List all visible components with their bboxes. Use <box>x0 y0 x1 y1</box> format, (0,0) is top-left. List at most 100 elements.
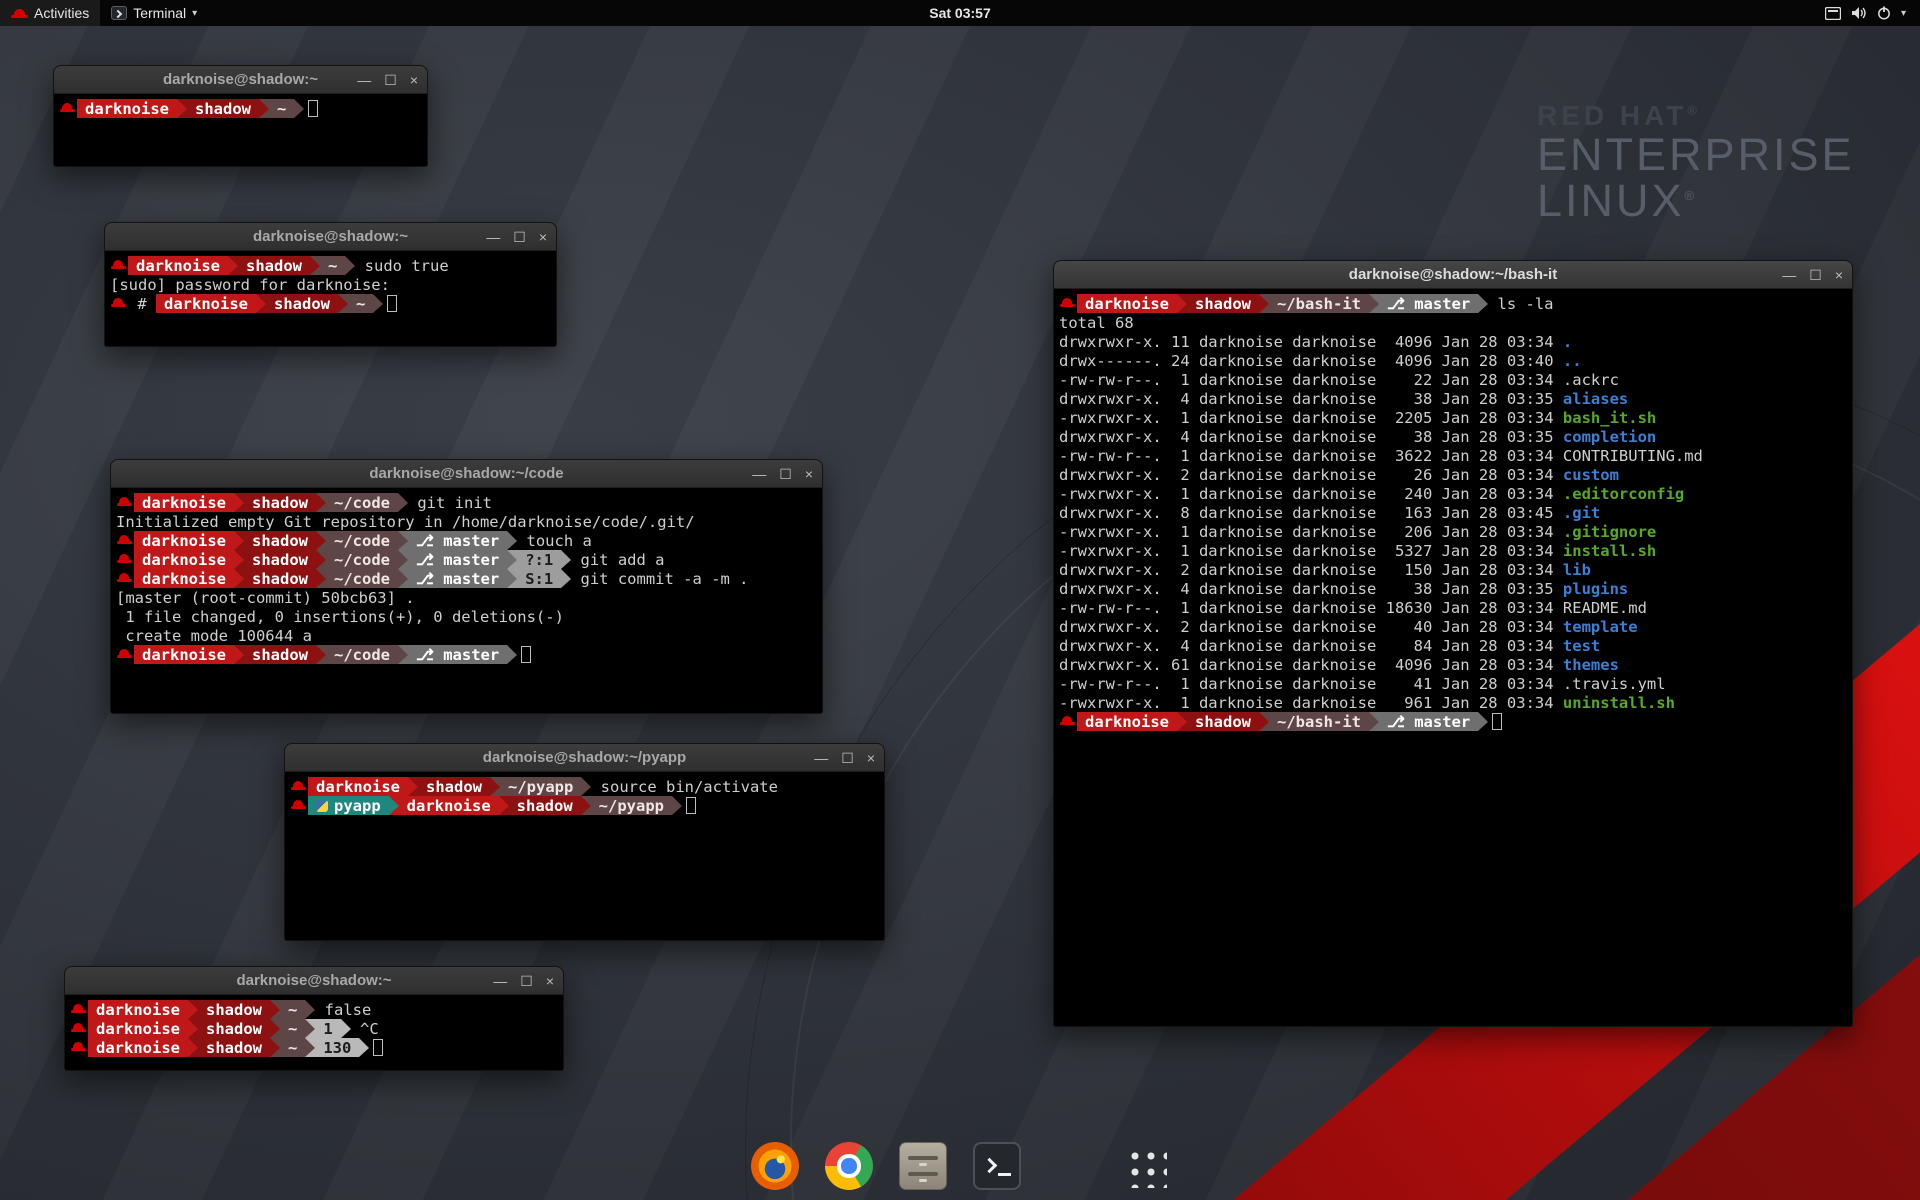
terminal-window-term-home-small[interactable]: darknoise@shadow:~—☐×darknoiseshadow~ <box>53 65 428 167</box>
chrome-icon <box>825 1142 873 1190</box>
dock-chrome[interactable] <box>823 1140 875 1192</box>
powerline-separator-icon <box>341 1019 351 1038</box>
terminal-line: -rwxrwxr-x. 1 darknoise darknoise 961 Ja… <box>1059 693 1852 712</box>
minimize-button[interactable]: — <box>752 467 766 481</box>
dock-software[interactable] <box>1045 1140 1097 1192</box>
terminal-line: darknoiseshadow~/code⎇ masterS:1 git com… <box>116 569 822 588</box>
terminal-cursor <box>521 646 531 663</box>
dock-terminal[interactable] <box>971 1140 1023 1192</box>
close-button[interactable]: × <box>539 230 547 244</box>
prompt-segment-git: ⎇ master <box>408 645 507 664</box>
powerline-separator-icon <box>316 645 326 664</box>
powerline-separator-icon <box>398 569 408 588</box>
window-title: darknoise@shadow:~ <box>253 228 408 245</box>
terminal-text: drwxrwxr-x. 4 darknoise darknoise 38 Jan… <box>1059 580 1563 598</box>
terminal-content[interactable]: darknoiseshadow~ sudo true[sudo] passwor… <box>105 252 556 346</box>
terminal-line: total 68 <box>1059 313 1852 332</box>
prompt-segment-user: darknoise <box>1077 294 1177 313</box>
close-button[interactable]: × <box>410 73 418 87</box>
prompt-segment-venv: pyapp <box>308 796 389 815</box>
terminal-text: drwxrwxr-x. 11 darknoise darknoise 4096 … <box>1059 333 1563 351</box>
prompt-segment-path: ~ <box>269 99 294 118</box>
close-button[interactable]: × <box>546 974 554 988</box>
terminal-line: [sudo] password for darknoise: <box>110 275 556 294</box>
terminal-line: darknoiseshadow~/code git init <box>116 493 822 512</box>
files-icon <box>899 1142 947 1190</box>
terminal-content[interactable]: darknoiseshadow~ <box>54 95 427 166</box>
terminal-line: drwx------. 24 darknoise darknoise 4096 … <box>1059 351 1852 370</box>
terminal-text: 1 file changed, 0 insertions(+), 0 delet… <box>116 608 564 626</box>
terminal-window-term-code[interactable]: darknoise@shadow:~/code—☐×darknoiseshado… <box>110 459 823 714</box>
terminal-text: false <box>315 1001 371 1019</box>
dock-firefox[interactable] <box>749 1140 801 1192</box>
close-button[interactable]: × <box>1835 268 1843 282</box>
terminal-content[interactable]: darknoiseshadow~/code git initInitialize… <box>111 489 822 713</box>
prompt-segment-user: darknoise <box>88 1019 188 1038</box>
titlebar[interactable]: darknoise@shadow:~/bash-it—☐× <box>1054 261 1852 289</box>
terminal-line: darknoiseshadow~/code⎇ master <box>116 645 822 664</box>
minimize-button[interactable]: — <box>814 751 828 765</box>
terminal-line: drwxrwxr-x. 11 darknoise darknoise 4096 … <box>1059 332 1852 351</box>
terminal-line: darknoiseshadow~130 <box>70 1038 563 1057</box>
terminal-line: create mode 100644 a <box>116 626 822 645</box>
redhat-prompt-icon <box>59 99 77 118</box>
titlebar[interactable]: darknoise@shadow:~/code—☐× <box>111 460 822 488</box>
terminal-window-term-pyapp[interactable]: darknoise@shadow:~/pyapp—☐×darknoiseshad… <box>284 743 885 941</box>
titlebar[interactable]: darknoise@shadow:~—☐× <box>54 66 427 94</box>
prompt-segment-path: ~/code <box>326 531 398 550</box>
activities-button[interactable]: Activities <box>0 0 100 26</box>
prompt-segment-host: shadow <box>266 294 338 313</box>
powerline-separator-icon <box>1259 712 1269 731</box>
maximize-button[interactable]: ☐ <box>384 73 397 87</box>
maximize-button[interactable]: ☐ <box>841 751 854 765</box>
terminal-text: -rwxrwxr-x. 1 darknoise darknoise 961 Ja… <box>1059 694 1563 712</box>
titlebar[interactable]: darknoise@shadow:~—☐× <box>65 967 563 995</box>
terminal-text: drwxrwxr-x. 4 darknoise darknoise 84 Jan… <box>1059 637 1563 655</box>
terminal-app-icon <box>111 6 127 20</box>
clock[interactable]: Sat 03:57 <box>929 5 990 21</box>
titlebar[interactable]: darknoise@shadow:~ — ☐ × <box>105 223 556 251</box>
dock-app-grid[interactable] <box>1119 1140 1171 1192</box>
redhat-prompt-icon <box>116 569 134 588</box>
app-menu-terminal[interactable]: Terminal ▾ <box>100 0 208 26</box>
file-name-directory: themes <box>1563 656 1619 674</box>
redhat-prompt-icon <box>70 1038 88 1057</box>
prompt-segment-user: darknoise <box>134 569 234 588</box>
powerline-separator-icon <box>672 796 682 815</box>
maximize-button[interactable]: ☐ <box>513 230 526 244</box>
minimize-button[interactable]: — <box>1782 268 1796 282</box>
terminal-content[interactable]: darknoiseshadow~ falsedarknoiseshadow~1 … <box>65 996 563 1070</box>
maximize-button[interactable]: ☐ <box>1809 268 1822 282</box>
prompt-segment-path: ~ <box>280 1019 305 1038</box>
terminal-text: drwxrwxr-x. 2 darknoise darknoise 150 Ja… <box>1059 561 1563 579</box>
terminal-text: -rw-rw-r--. 1 darknoise darknoise 18630 … <box>1059 599 1647 617</box>
maximize-button[interactable]: ☐ <box>520 974 533 988</box>
titlebar[interactable]: darknoise@shadow:~/pyapp—☐× <box>285 744 884 772</box>
file-name-executable: install.sh <box>1563 542 1656 560</box>
powerline-separator-icon <box>499 796 509 815</box>
system-status-area[interactable]: ▾ <box>1817 0 1914 26</box>
terminal-line: drwxrwxr-x. 4 darknoise darknoise 38 Jan… <box>1059 389 1852 408</box>
terminal-text: total 68 <box>1059 314 1134 332</box>
redhat-icon <box>11 6 28 20</box>
terminal-text: ls -la <box>1488 295 1553 313</box>
terminal-content[interactable]: darknoiseshadow~/bash-it⎇ master ls -lat… <box>1054 290 1852 1026</box>
terminal-window-term-bash-it[interactable]: darknoise@shadow:~/bash-it—☐×darknoisesh… <box>1053 260 1853 1027</box>
redhat-prompt-icon <box>70 1000 88 1019</box>
terminal-text: drwx------. 24 darknoise darknoise 4096 … <box>1059 352 1563 370</box>
minimize-button[interactable]: — <box>493 974 507 988</box>
powerline-separator-icon <box>234 645 244 664</box>
powerline-separator-icon <box>1478 294 1488 313</box>
maximize-button[interactable]: ☐ <box>779 467 792 481</box>
powerline-separator-icon <box>398 493 408 512</box>
close-button[interactable]: × <box>805 467 813 481</box>
dock-files[interactable] <box>897 1140 949 1192</box>
minimize-button[interactable]: — <box>486 230 500 244</box>
terminal-window-term-sudo[interactable]: darknoise@shadow:~ — ☐ × darknoiseshadow~ su… <box>104 222 557 347</box>
powerline-separator-icon <box>389 796 399 815</box>
terminal-content[interactable]: darknoiseshadow~/pyapp source bin/activa… <box>285 773 884 940</box>
minimize-button[interactable]: — <box>357 73 371 87</box>
terminal-text: drwxrwxr-x. 8 darknoise darknoise 163 Ja… <box>1059 504 1563 522</box>
close-button[interactable]: × <box>867 751 875 765</box>
terminal-window-term-exitcodes[interactable]: darknoise@shadow:~—☐×darknoiseshadow~ fa… <box>64 966 564 1071</box>
